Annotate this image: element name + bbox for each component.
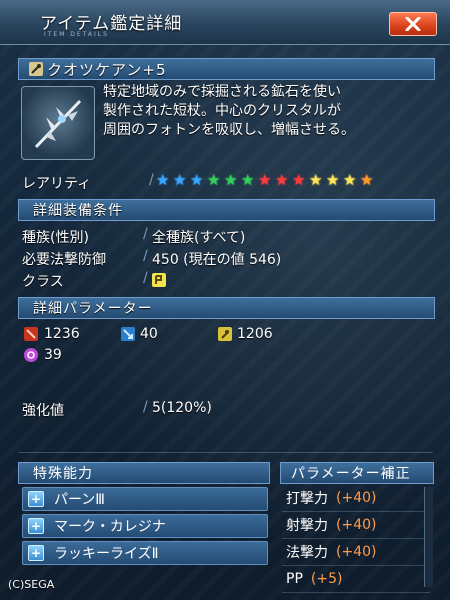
separator-slash: / (143, 399, 148, 415)
element-icon (24, 348, 38, 362)
required-stat-label: 必要法撃防御 (22, 252, 106, 268)
rarity-star-icon: ★ (156, 171, 170, 189)
rarity-star-icon: ★ (241, 171, 255, 189)
window-subtitle: ITEM DETAILS (44, 31, 109, 38)
param-bonus-value: (+40) (336, 490, 377, 506)
ability-name: ラッキーライズⅡ (54, 546, 159, 562)
ranged-attack-icon (121, 327, 135, 341)
techer-class-icon (152, 273, 166, 287)
element-value: 39 (44, 347, 62, 363)
wand-image (34, 99, 82, 149)
param-bonus-row: PP (+5) (282, 566, 430, 593)
close-button[interactable] (389, 12, 437, 36)
param-bonus-row: 打撃力 (+40) (282, 485, 430, 512)
ability-item[interactable]: + パーンⅢ (22, 487, 268, 511)
rarity-star-icon: ★ (224, 171, 238, 189)
rarity-star-icon: ★ (173, 171, 187, 189)
rarity-star-icon: ★ (343, 171, 357, 189)
rarity-star-icon: ★ (360, 171, 374, 189)
rod-weapon-icon (29, 62, 43, 76)
striking-attack-icon (24, 327, 38, 341)
param-bonus-header: パラメーター補正 (280, 462, 434, 484)
rarity-star-icon: ★ (207, 171, 221, 189)
item-name-header: クオツケアン+5 (18, 58, 435, 80)
ability-name: マーク・カレジナ (54, 519, 166, 535)
striking-attack-value: 1236 (44, 326, 80, 342)
close-icon (405, 17, 421, 31)
param-name: 法撃力 (286, 545, 328, 561)
ability-item[interactable]: + マーク・カレジナ (22, 514, 268, 538)
separator-slash: / (143, 270, 148, 286)
item-description: 特定地域のみで採掘される鉱石を使い 製作された短杖。中心のクリスタルが 周囲のフ… (103, 83, 433, 140)
param-bonus-scrollbar[interactable] (424, 487, 433, 587)
rarity-star-icon: ★ (309, 171, 323, 189)
technique-attack-value: 1206 (237, 326, 273, 342)
separator-slash: / (149, 172, 154, 188)
param-name: PP (286, 571, 303, 587)
race-gender-label: 種族(性別) (22, 230, 89, 246)
equip-conditions-title: 詳細装備条件 (33, 203, 123, 219)
grind-label: 強化値 (22, 403, 64, 419)
ability-item[interactable]: + ラッキーライズⅡ (22, 541, 268, 565)
section-divider (18, 452, 433, 453)
param-bonus-value: (+40) (336, 544, 377, 560)
rarity-star-icon: ★ (326, 171, 340, 189)
rarity-label: レアリティ (22, 176, 92, 192)
detailed-params-header: 詳細パラメーター (18, 297, 435, 319)
copyright-text: (C)SEGA (8, 578, 55, 591)
rarity-star-icon: ★ (258, 171, 272, 189)
ability-name: パーンⅢ (54, 492, 105, 508)
equip-conditions-header: 詳細装備条件 (18, 199, 435, 221)
required-stat-value: 450 (現在の値 546) (152, 252, 282, 268)
description-line: 特定地域のみで採掘される鉱石を使い (103, 84, 341, 100)
param-bonus-value: (+40) (336, 517, 377, 533)
expand-plus-icon: + (28, 491, 44, 507)
title-bar: アイテム鑑定詳細 ITEM DETAILS (0, 0, 450, 45)
expand-plus-icon: + (28, 518, 44, 534)
special-abilities-header: 特殊能力 (18, 462, 270, 484)
grind-value: 5(120%) (152, 400, 212, 416)
ranged-attack-value: 40 (140, 326, 158, 342)
description-line: 周囲のフォトンを吸収し、増幅させる。 (103, 122, 355, 138)
description-line: 製作された短杖。中心のクリスタルが (103, 103, 341, 119)
separator-slash: / (143, 226, 148, 242)
item-name: クオツケアン+5 (47, 60, 167, 79)
item-thumbnail (21, 86, 95, 160)
param-bonus-row: 射撃力 (+40) (282, 512, 430, 539)
expand-plus-icon: + (28, 545, 44, 561)
rarity-star-icon: ★ (292, 171, 306, 189)
rarity-star-icon: ★ (275, 171, 289, 189)
rarity-star-icon: ★ (190, 171, 204, 189)
item-details-window: アイテム鑑定詳細 ITEM DETAILS クオツケアン+5 特定地域のみで採掘… (0, 0, 450, 600)
detailed-params-title: 詳細パラメーター (33, 301, 153, 317)
technique-attack-icon (218, 327, 232, 341)
special-abilities-title: 特殊能力 (33, 466, 93, 482)
param-bonus-row: 法撃力 (+40) (282, 539, 430, 566)
param-name: 射撃力 (286, 518, 328, 534)
param-bonus-title: パラメーター補正 (291, 466, 411, 482)
param-bonus-value: (+5) (310, 571, 343, 587)
race-gender-value: 全種族(すべて) (152, 230, 246, 246)
separator-slash: / (143, 248, 148, 264)
class-label: クラス (22, 274, 64, 290)
param-name: 打撃力 (286, 491, 328, 507)
